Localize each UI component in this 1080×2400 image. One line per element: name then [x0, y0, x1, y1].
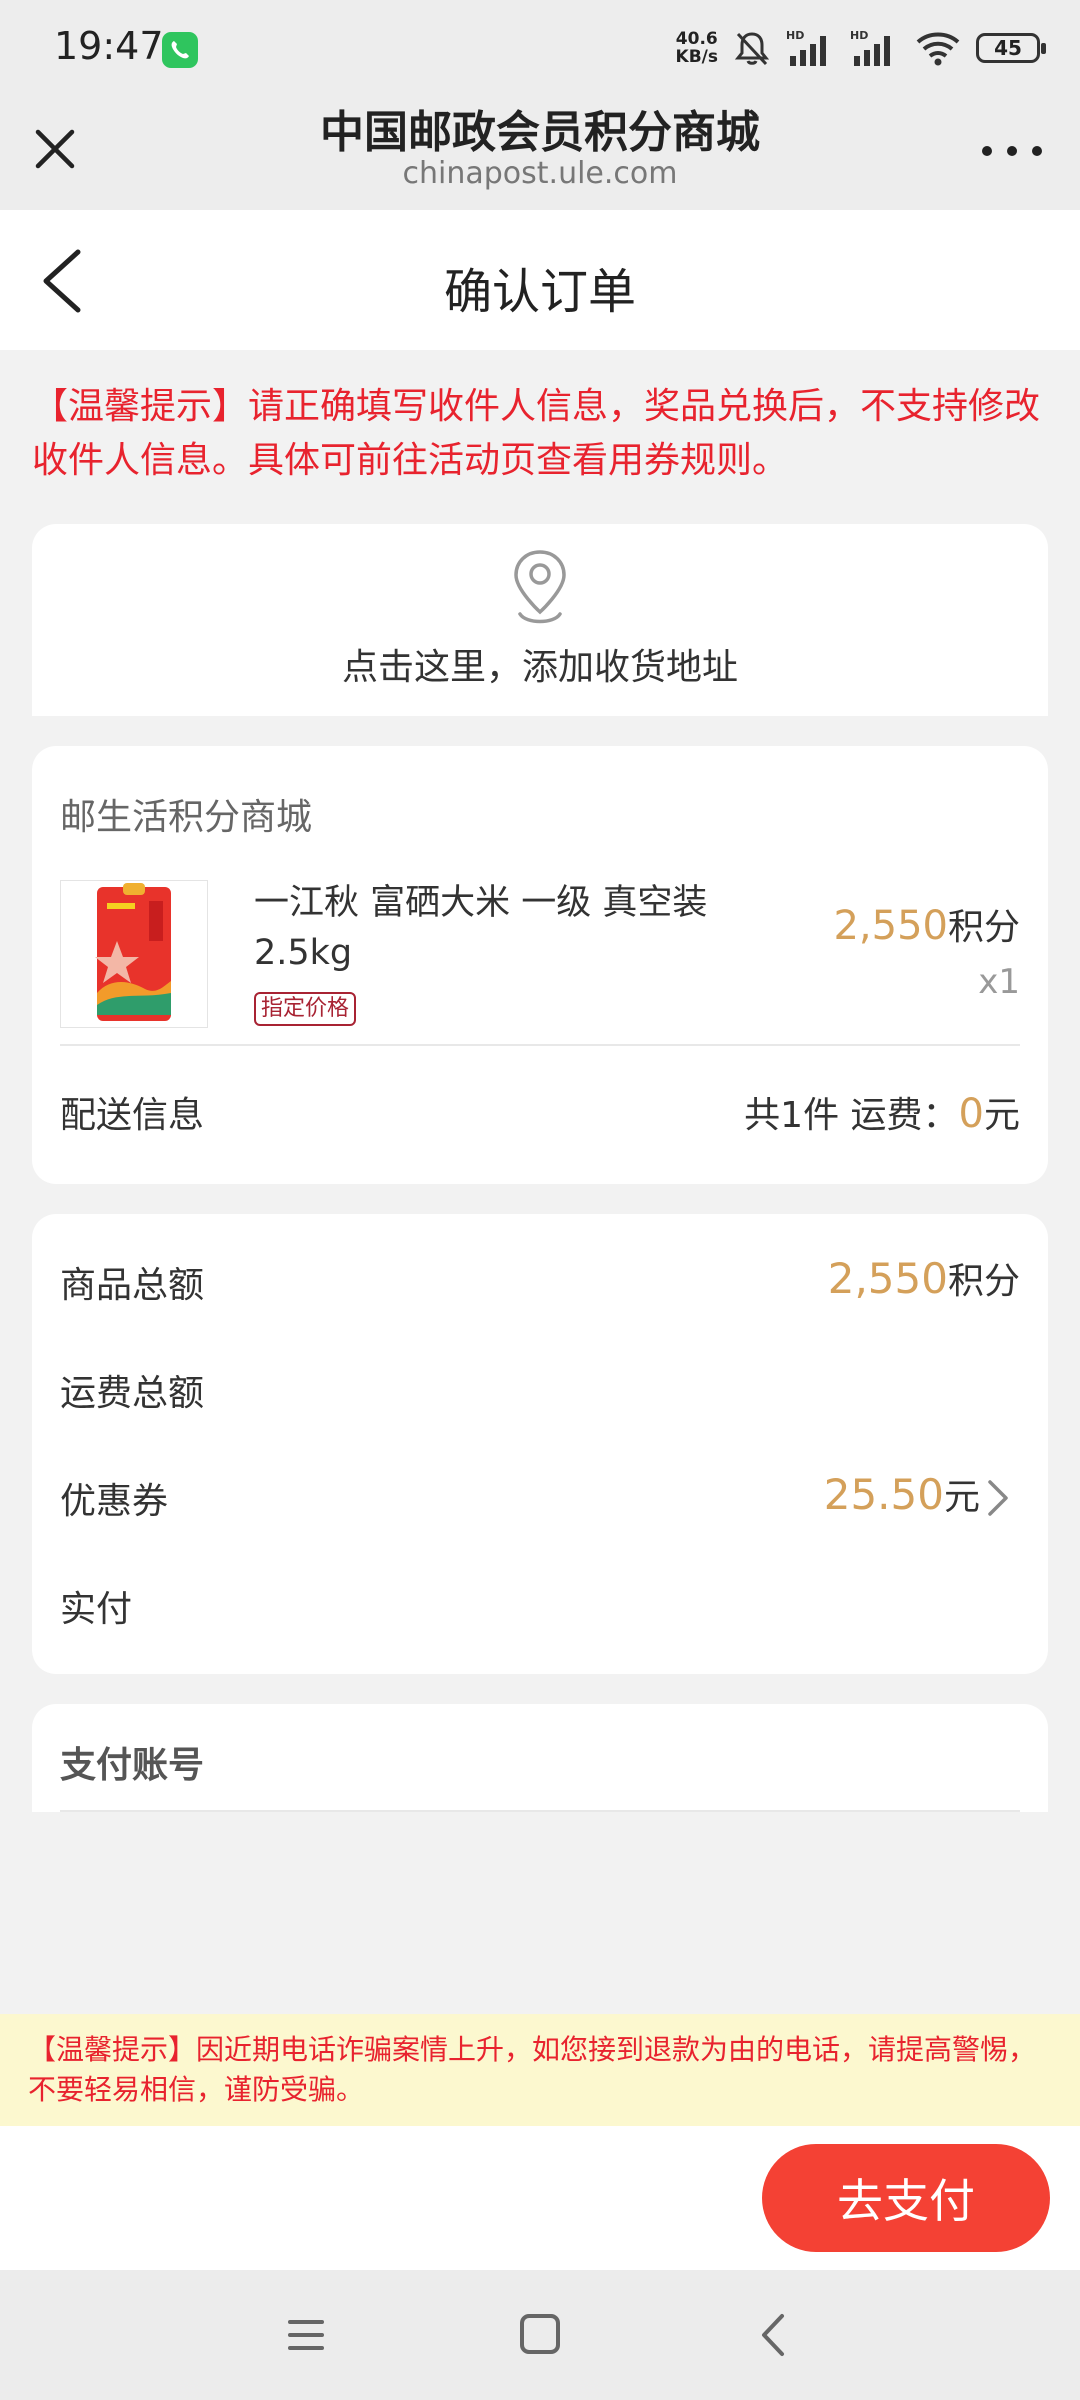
- menu-icon[interactable]: [276, 2310, 336, 2360]
- notice-text: 【温馨提示】请正确填写收件人信息，奖品兑换后，不支持修改收件人信息。具体可前往活…: [32, 386, 1041, 481]
- home-icon[interactable]: [510, 2310, 570, 2360]
- coupon-row[interactable]: 优惠券 25.50元: [60, 1466, 1020, 1526]
- call-icon: [162, 32, 198, 68]
- product-image[interactable]: [60, 880, 208, 1028]
- svg-text:HD: HD: [850, 29, 868, 42]
- delivery-info-label: 配送信息: [60, 1095, 205, 1136]
- status-bar: 19:47 40.6 KB/s HD HD 45: [0, 0, 1080, 96]
- net-speed: 40.6 KB/s: [675, 29, 718, 67]
- actual-paid-row: 实付: [60, 1574, 1020, 1634]
- pay-bar: 去支付: [0, 2126, 1080, 2270]
- product-name: 一江秋 富硒大米 一级 真空装 2.5kg: [254, 883, 708, 973]
- add-address-label: 点击这里，添加收货地址: [341, 647, 738, 688]
- wifi-icon: [916, 32, 960, 66]
- signal-icon: HD: [850, 29, 890, 66]
- browser-url: chinapost.ule.com: [402, 156, 678, 191]
- battery-icon: 45: [976, 33, 1046, 63]
- system-nav-bar: [0, 2270, 1080, 2400]
- product-quantity: x1: [978, 962, 1020, 1002]
- coupon-value[interactable]: 25.50元: [824, 1468, 1010, 1520]
- price-tag-badge: 指定价格: [254, 992, 357, 1026]
- add-address-card[interactable]: 点击这里，添加收货地址: [32, 524, 1048, 716]
- product-price: 2,550积分: [833, 903, 1020, 949]
- pay-button[interactable]: 去支付: [762, 2144, 1050, 2252]
- svg-text:HD: HD: [786, 29, 804, 42]
- goods-total-label: 商品总额: [60, 1265, 205, 1306]
- status-time: 19:47: [54, 24, 164, 68]
- order-summary-card: 商品总额 2,550积分 运费总额 优惠券 25.50元 实付: [32, 1214, 1048, 1674]
- browser-title: 中国邮政会员积分商城: [320, 107, 760, 158]
- shipping-total-row: 运费总额: [60, 1358, 1020, 1418]
- goods-total-row: 商品总额 2,550积分: [60, 1250, 1020, 1310]
- fraud-warning-banner: 【温馨提示】因近期电话诈骗案情上升，如您接到退款为由的电话，请提高警惕，不要轻易…: [0, 2014, 1080, 2126]
- goods-total-value: 2,550积分: [827, 1254, 1020, 1303]
- payment-account-card[interactable]: 支付账号: [32, 1704, 1048, 1812]
- divider: [60, 1044, 1020, 1046]
- signal-icon: HD: [786, 29, 826, 66]
- more-icon[interactable]: [982, 136, 1042, 166]
- coupon-label: 优惠券: [60, 1481, 169, 1522]
- divider: [60, 1810, 1020, 1812]
- location-pin-icon: [514, 550, 566, 624]
- browser-header: 中国邮政会员积分商城 chinapost.ule.com: [0, 96, 1080, 210]
- status-icons: 40.6 KB/s HD HD 45: [675, 26, 1046, 70]
- mute-icon: [734, 32, 770, 66]
- back-nav-icon[interactable]: [744, 2310, 804, 2360]
- order-items-card: 邮生活积分商城 一江秋 富硒大米 一级 真空装 2.5kg 指定价格 2,550…: [32, 746, 1048, 1184]
- page-header: 确认订单: [0, 210, 1080, 350]
- store-name: 邮生活积分商城: [60, 797, 313, 838]
- delivery-info-value: 共1件 运费：0元: [744, 1091, 1020, 1137]
- page-title: 确认订单: [443, 264, 636, 320]
- actual-paid-label: 实付: [60, 1589, 133, 1630]
- shipping-total-label: 运费总额: [60, 1373, 205, 1414]
- payment-account-label: 支付账号: [60, 1745, 205, 1786]
- chevron-right-icon: [988, 1479, 1008, 1516]
